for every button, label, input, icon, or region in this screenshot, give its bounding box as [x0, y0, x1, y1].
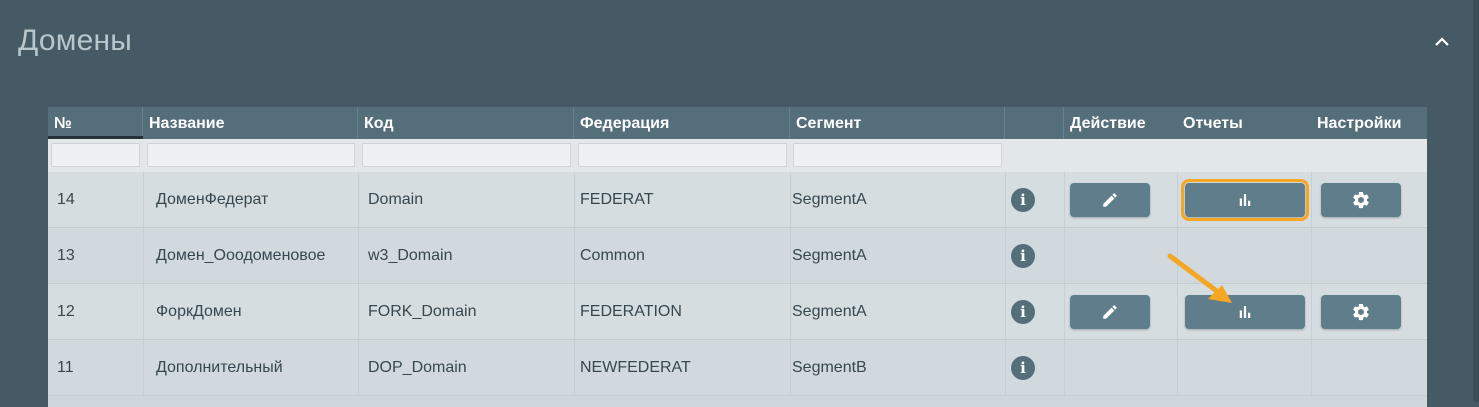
- column-separator: [1177, 340, 1178, 396]
- column-separator: [574, 228, 575, 284]
- cell-segment: SegmentB: [792, 359, 867, 376]
- cell-code: FORK_Domain: [368, 303, 477, 320]
- column-header-action: Действие: [1070, 115, 1146, 132]
- column-separator: [358, 284, 359, 340]
- filter-federation-input[interactable]: [578, 143, 787, 167]
- edit-button[interactable]: [1070, 183, 1150, 217]
- column-separator: [790, 340, 791, 396]
- column-separator: [1005, 228, 1006, 284]
- edit-button[interactable]: [1070, 295, 1150, 329]
- cell-federation: FEDERAT: [580, 191, 654, 208]
- gear-icon: [1353, 191, 1369, 209]
- filter-row: [48, 139, 1427, 173]
- reports-button[interactable]: [1181, 179, 1309, 221]
- bar-chart-icon: [1239, 306, 1251, 318]
- cell-segment: SegmentA: [792, 247, 867, 264]
- cell-federation: NEWFEDERAT: [580, 359, 691, 376]
- cell-number: 13: [57, 247, 75, 264]
- column-separator: [143, 284, 144, 340]
- cell-number: 11: [57, 359, 74, 376]
- column-separator: [1311, 228, 1312, 284]
- column-separator: [1064, 228, 1065, 284]
- settings-button[interactable]: [1321, 183, 1401, 217]
- column-separator: [1005, 340, 1006, 396]
- column-separator: [1064, 284, 1065, 340]
- column-header-code[interactable]: Код: [358, 107, 574, 139]
- column-header-name[interactable]: Название: [143, 107, 358, 139]
- column-separator: [1064, 340, 1065, 396]
- column-separator: [358, 340, 359, 396]
- column-separator: [1064, 172, 1065, 228]
- domains-table: № Название Код Федерация Сегмент Действи…: [48, 107, 1427, 407]
- filter-name-input[interactable]: [147, 143, 355, 167]
- filter-number-input[interactable]: [51, 143, 140, 167]
- cell-federation: Common: [580, 247, 645, 264]
- cell-name: ФоркДомен: [156, 303, 242, 320]
- cell-name: Домен_Ооодоменовое: [156, 247, 326, 264]
- column-separator: [358, 172, 359, 228]
- page-scrollbar[interactable]: [1473, 0, 1479, 402]
- column-separator: [358, 228, 359, 284]
- cell-segment: SegmentA: [792, 303, 867, 320]
- page-title: Домены: [18, 24, 132, 57]
- column-separator: [574, 284, 575, 340]
- pencil-icon: [1103, 305, 1117, 319]
- column-header-federation[interactable]: Федерация: [574, 107, 790, 139]
- column-separator: [574, 172, 575, 228]
- settings-button[interactable]: [1321, 295, 1401, 329]
- column-separator: [143, 340, 144, 396]
- column-separator: [143, 228, 144, 284]
- collapse-button[interactable]: [1428, 30, 1456, 54]
- table-header: № Название Код Федерация Сегмент Действи…: [48, 107, 1427, 139]
- column-separator: [790, 172, 791, 228]
- info-icon[interactable]: i: [1011, 188, 1035, 212]
- column-separator: [790, 228, 791, 284]
- column-separator: [790, 284, 791, 340]
- table-row[interactable]: 14 ДоменФедерат Domain FEDERAT SegmentA i: [48, 172, 1427, 228]
- column-separator: [1177, 172, 1178, 228]
- cell-name: ДоменФедерат: [156, 191, 269, 208]
- cell-name: Дополнительный: [156, 359, 283, 376]
- filter-segment-input[interactable]: [793, 143, 1002, 167]
- column-separator: [1005, 172, 1006, 228]
- column-separator: [1311, 172, 1312, 228]
- column-separator: [143, 172, 144, 228]
- info-icon[interactable]: i: [1011, 244, 1035, 268]
- column-header-reports: Отчеты: [1183, 115, 1243, 132]
- column-separator: [574, 340, 575, 396]
- chevron-up-icon: [1435, 37, 1449, 46]
- column-header-number[interactable]: №: [48, 107, 143, 139]
- column-separator: [1311, 284, 1312, 340]
- pencil-icon: [1103, 193, 1117, 207]
- annotation-arrow: [1167, 253, 1232, 303]
- column-header-info: [1005, 107, 1064, 139]
- info-icon[interactable]: i: [1011, 356, 1035, 380]
- filter-code-input[interactable]: [362, 143, 571, 167]
- cell-code: w3_Domain: [368, 247, 453, 264]
- gear-icon: [1353, 303, 1369, 321]
- column-separator: [1311, 340, 1312, 396]
- cell-number: 12: [57, 303, 75, 320]
- cell-code: DOP_Domain: [368, 359, 467, 376]
- cell-federation: FEDERATION: [580, 303, 682, 320]
- cell-number: 14: [57, 191, 75, 208]
- cell-code: Domain: [368, 191, 424, 208]
- table-row[interactable]: 11 Дополнительный DOP_Domain NEWFEDERAT Segm…: [48, 340, 1427, 396]
- cell-segment: SegmentA: [792, 191, 867, 208]
- info-icon[interactable]: i: [1011, 300, 1035, 324]
- column-header-segment[interactable]: Сегмент: [790, 107, 1005, 139]
- column-header-settings: Настройки: [1317, 115, 1402, 132]
- column-separator: [1005, 284, 1006, 340]
- bar-chart-icon: [1239, 194, 1251, 206]
